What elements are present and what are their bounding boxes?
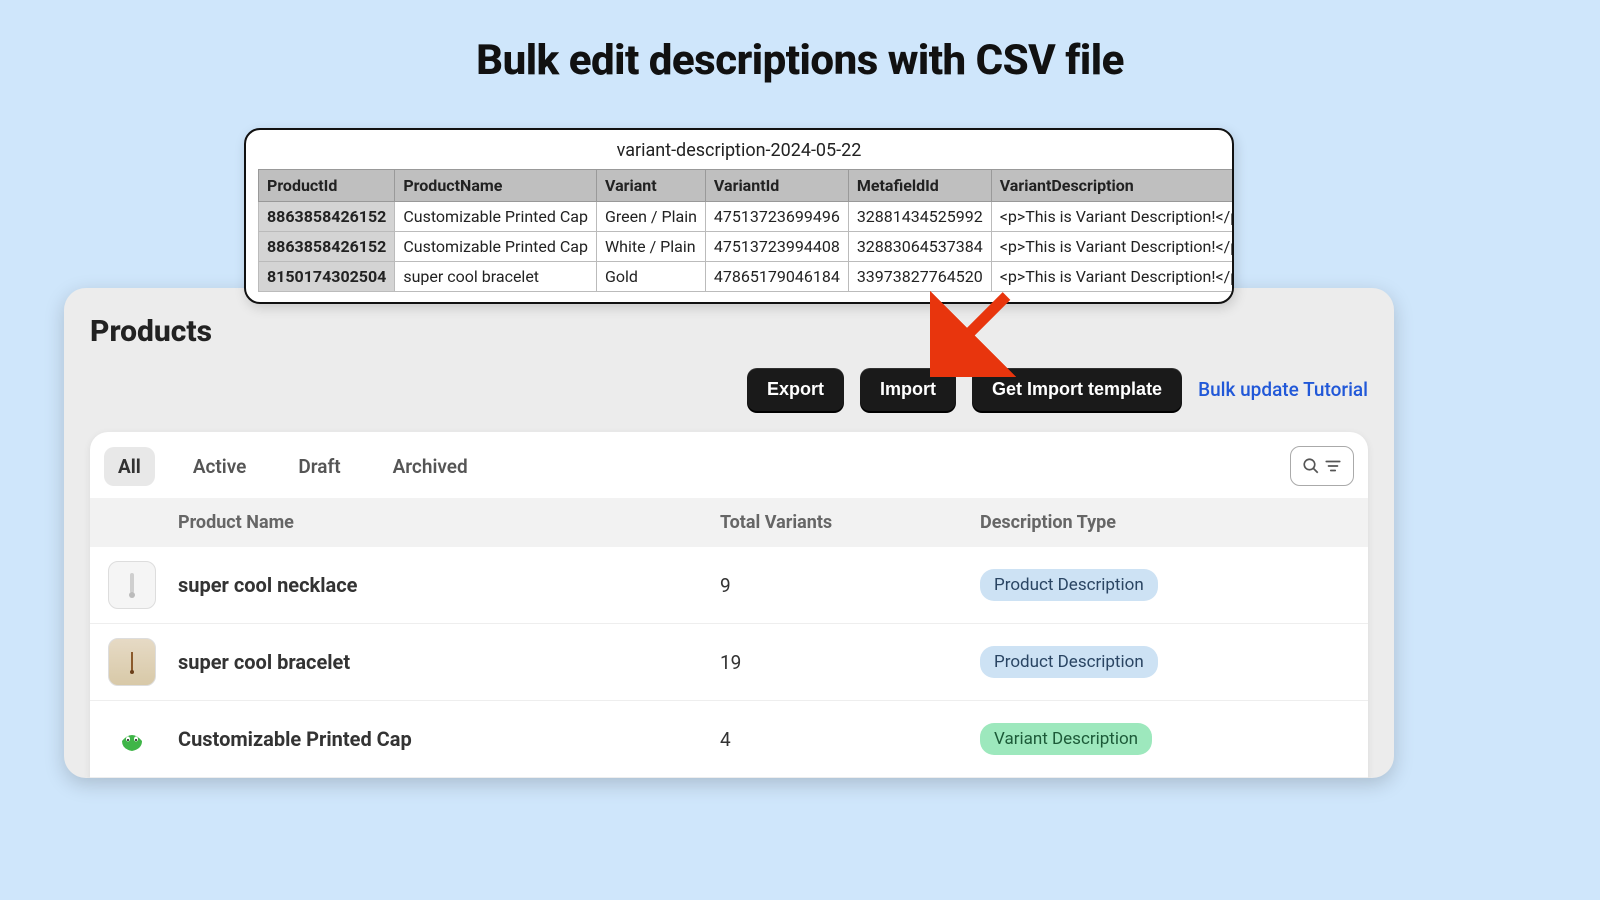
bulk-update-tutorial-link[interactable]: Bulk update Tutorial bbox=[1198, 378, 1368, 401]
csv-cell: super cool bracelet bbox=[395, 262, 597, 292]
product-variants: 9 bbox=[720, 574, 980, 597]
arrow-annotation-icon bbox=[930, 287, 1020, 377]
csv-cell: 8863858426152 bbox=[259, 232, 395, 262]
col-header-variants: Total Variants bbox=[720, 512, 980, 533]
csv-cell: 8150174302504 bbox=[259, 262, 395, 292]
csv-cell: Customizable Printed Cap bbox=[395, 202, 597, 232]
csv-table: ProductId ProductName Variant VariantId … bbox=[258, 169, 1234, 292]
csv-header: ProductName bbox=[395, 170, 597, 202]
description-type-badge: Product Description bbox=[980, 646, 1158, 678]
product-thumbnail bbox=[108, 561, 156, 609]
product-row[interactable]: super cool necklace 9 Product Descriptio… bbox=[90, 547, 1368, 624]
csv-cell: Gold bbox=[596, 262, 705, 292]
product-name: super cool necklace bbox=[178, 573, 720, 597]
csv-cell: 8863858426152 bbox=[259, 202, 395, 232]
page-title: Bulk edit descriptions with CSV file bbox=[0, 0, 1600, 85]
csv-header: VariantId bbox=[705, 170, 848, 202]
tabs: All Active Draft Archived bbox=[90, 432, 1368, 498]
csv-cell: 32883064537384 bbox=[848, 232, 991, 262]
export-button[interactable]: Export bbox=[747, 368, 844, 411]
csv-cell: White / Plain bbox=[596, 232, 705, 262]
csv-header: ProductId bbox=[259, 170, 395, 202]
csv-row: 8150174302504 super cool bracelet Gold 4… bbox=[259, 262, 1235, 292]
products-panel: Products Export Import Get Import templa… bbox=[64, 288, 1394, 778]
csv-preview-card: variant-description-2024-05-22 ProductId… bbox=[244, 128, 1234, 304]
csv-cell: 47865179046184 bbox=[705, 262, 848, 292]
csv-cell: Green / Plain bbox=[596, 202, 705, 232]
search-filter-button[interactable] bbox=[1290, 446, 1354, 486]
product-variants: 4 bbox=[720, 728, 980, 751]
description-type-badge: Variant Description bbox=[980, 723, 1152, 755]
csv-row: 8863858426152 Customizable Printed Cap W… bbox=[259, 232, 1235, 262]
csv-cell: 47513723994408 bbox=[705, 232, 848, 262]
tab-all[interactable]: All bbox=[104, 447, 155, 486]
csv-header: MetafieldId bbox=[848, 170, 991, 202]
csv-cell: 32881434525992 bbox=[848, 202, 991, 232]
product-name: super cool bracelet bbox=[178, 650, 720, 674]
csv-cell: <p>This is Variant Description!</p> bbox=[991, 202, 1234, 232]
product-name: Customizable Printed Cap bbox=[178, 727, 720, 751]
csv-header: Variant bbox=[596, 170, 705, 202]
csv-cell: <p>This is Variant Description!</p> bbox=[991, 232, 1234, 262]
product-variants: 19 bbox=[720, 651, 980, 674]
csv-cell: <p>This is Variant Description!</p> bbox=[991, 262, 1234, 292]
description-type-badge: Product Description bbox=[980, 569, 1158, 601]
tab-draft[interactable]: Draft bbox=[284, 447, 354, 486]
product-thumbnail bbox=[108, 638, 156, 686]
col-header-type: Description Type bbox=[980, 512, 1350, 533]
col-header-name: Product Name bbox=[178, 512, 720, 533]
action-bar: Export Import Get Import template Bulk u… bbox=[747, 368, 1368, 411]
csv-header: VariantDescription bbox=[991, 170, 1234, 202]
csv-cell: 47513723699496 bbox=[705, 202, 848, 232]
csv-filename: variant-description-2024-05-22 bbox=[246, 130, 1232, 169]
search-icon bbox=[1302, 457, 1320, 475]
tab-archived[interactable]: Archived bbox=[379, 447, 482, 486]
tab-active[interactable]: Active bbox=[179, 447, 261, 486]
product-row[interactable]: super cool bracelet 19 Product Descripti… bbox=[90, 624, 1368, 701]
product-row[interactable]: Customizable Printed Cap 4 Variant Descr… bbox=[90, 701, 1368, 778]
product-thumbnail bbox=[108, 715, 156, 763]
filter-icon bbox=[1324, 457, 1342, 475]
product-list-card: All Active Draft Archived Product Name T… bbox=[90, 432, 1368, 778]
table-header: Product Name Total Variants Description … bbox=[90, 498, 1368, 547]
csv-row: 8863858426152 Customizable Printed Cap G… bbox=[259, 202, 1235, 232]
csv-cell: Customizable Printed Cap bbox=[395, 232, 597, 262]
